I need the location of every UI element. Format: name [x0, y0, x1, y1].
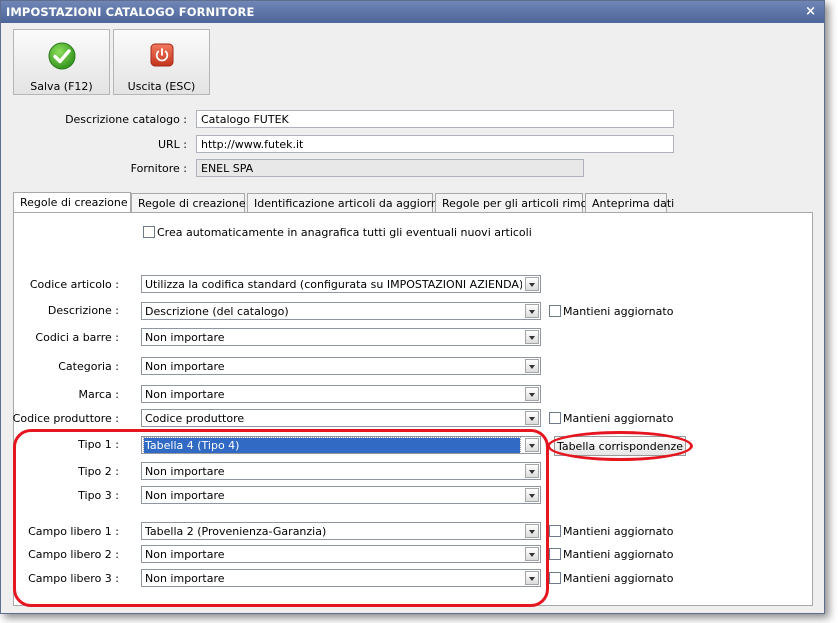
brand-select[interactable]: Non importare: [141, 385, 541, 403]
highlight-ellipse: [547, 431, 693, 461]
supplier-label: Fornitore :: [130, 162, 187, 175]
free-field-3-keep-updated-label: Mantieni aggiornato: [563, 572, 674, 585]
auto-create-label: Crea automaticamente in anagrafica tutti…: [157, 226, 532, 239]
article-code-select[interactable]: Utilizza la codifica standard (configura…: [141, 275, 541, 293]
url-field[interactable]: http://www.futek.it: [196, 135, 674, 153]
description-keep-updated-label: Mantieni aggiornato: [563, 305, 674, 318]
catalog-description-label: Descrizione catalogo :: [65, 113, 187, 126]
producer-code-value: Codice produttore: [145, 412, 245, 425]
free-field-3-keep-updated-checkbox[interactable]: [549, 572, 561, 584]
chevron-down-icon[interactable]: [525, 330, 539, 344]
row-label-barcodes: Codici a barre :: [35, 331, 119, 344]
free-field-2-keep-updated-label: Mantieni aggiornato: [563, 548, 674, 561]
tab-data-preview[interactable]: Anteprima dati: [585, 193, 674, 213]
producer-code-keep-updated-label: Mantieni aggiornato: [563, 412, 674, 425]
tab-identify-articles[interactable]: Identificazione articoli da aggiornare: [247, 193, 456, 213]
highlight-rounded-rect: [13, 429, 549, 607]
settings-window: IMPOSTAZIONI CATALOGO FORNITORE × Salva …: [0, 0, 825, 614]
window-title: IMPOSTAZIONI CATALOGO FORNITORE: [6, 5, 255, 19]
save-button-label: Salva (F12): [30, 80, 93, 93]
description-keep-updated-checkbox[interactable]: [549, 305, 561, 317]
exit-button[interactable]: Uscita (ESC): [113, 29, 210, 95]
row-label-category: Categoria :: [58, 360, 119, 373]
brand-value: Non importare: [145, 388, 225, 401]
url-label: URL :: [157, 138, 187, 151]
category-select[interactable]: Non importare: [141, 357, 541, 375]
exit-button-label: Uscita (ESC): [127, 80, 196, 93]
free-field-1-keep-updated-checkbox[interactable]: [549, 525, 561, 537]
tab-creation-rules-2[interactable]: Regole di creazione 2: [131, 193, 256, 213]
save-button[interactable]: Salva (F12): [13, 29, 110, 95]
auto-create-checkbox[interactable]: [143, 226, 155, 238]
free-field-1-keep-updated-label: Mantieni aggiornato: [563, 525, 674, 538]
free-field-2-keep-updated-checkbox[interactable]: [549, 548, 561, 560]
chevron-down-icon[interactable]: [525, 277, 539, 291]
row-label-description: Descrizione :: [47, 304, 119, 317]
description-value: Descrizione (del catalogo): [145, 305, 289, 318]
supplier-field: ENEL SPA: [196, 159, 584, 177]
category-value: Non importare: [145, 360, 225, 373]
row-label-brand: Marca :: [78, 388, 119, 401]
chevron-down-icon[interactable]: [525, 359, 539, 373]
check-icon: [48, 42, 76, 73]
barcodes-select[interactable]: Non importare: [141, 328, 541, 346]
barcodes-value: Non importare: [145, 331, 225, 344]
article-code-value: Utilizza la codifica standard (configura…: [145, 278, 522, 291]
chevron-down-icon[interactable]: [525, 411, 539, 425]
title-bar: IMPOSTAZIONI CATALOGO FORNITORE ×: [1, 1, 824, 23]
row-label-article-code: Codice articolo :: [29, 278, 119, 291]
catalog-description-field[interactable]: Catalogo FUTEK: [196, 110, 674, 128]
description-select[interactable]: Descrizione (del catalogo): [141, 302, 541, 320]
chevron-down-icon[interactable]: [525, 304, 539, 318]
tab-removed-articles[interactable]: Regole per gli articoli rimossi: [435, 193, 602, 213]
producer-code-keep-updated-checkbox[interactable]: [549, 412, 561, 424]
tab-creation-rules-1[interactable]: Regole di creazione 1: [13, 192, 138, 214]
row-label-producer-code: Codice produttore :: [12, 412, 119, 425]
chevron-down-icon[interactable]: [525, 387, 539, 401]
close-icon[interactable]: ×: [805, 4, 816, 19]
producer-code-select[interactable]: Codice produttore: [141, 409, 541, 427]
power-icon: [149, 42, 175, 71]
